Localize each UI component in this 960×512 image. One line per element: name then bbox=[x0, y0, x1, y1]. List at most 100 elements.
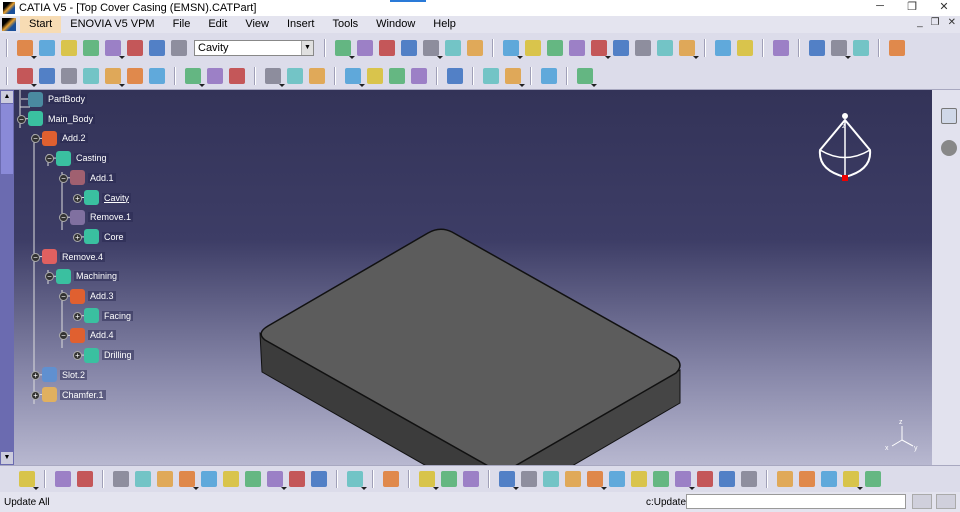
list-icon[interactable] bbox=[149, 39, 165, 56]
menu-insert[interactable]: Insert bbox=[278, 16, 324, 33]
save-icon[interactable] bbox=[157, 471, 173, 487]
analysis-icon[interactable] bbox=[821, 471, 837, 487]
toolbar-grip[interactable] bbox=[6, 66, 8, 85]
chevron-down-icon[interactable]: ▼ bbox=[301, 40, 313, 55]
iso-view-icon[interactable] bbox=[675, 471, 695, 490]
catia-logo[interactable] bbox=[865, 471, 881, 487]
layer-icon[interactable] bbox=[171, 39, 187, 56]
new-icon[interactable] bbox=[113, 471, 129, 487]
expand-toggle[interactable]: + bbox=[73, 311, 82, 321]
catalog-icon[interactable] bbox=[831, 39, 851, 59]
hierarchy-icon[interactable] bbox=[105, 67, 125, 87]
part-design-icon[interactable] bbox=[777, 471, 793, 487]
frame-icon[interactable] bbox=[591, 39, 611, 59]
close-button[interactable]: ✕ bbox=[928, 0, 960, 13]
switch-icon[interactable] bbox=[127, 39, 143, 56]
gear-hand-icon[interactable] bbox=[287, 67, 303, 84]
camera-icon[interactable] bbox=[383, 471, 399, 487]
measure-icon[interactable] bbox=[83, 39, 99, 56]
menu-window[interactable]: Window bbox=[367, 16, 424, 33]
lock-small-icon[interactable] bbox=[61, 67, 77, 84]
tree-node[interactable]: Add.1 bbox=[70, 170, 116, 186]
doc-restore-button[interactable]: ❐ bbox=[931, 17, 940, 28]
tree-node[interactable]: Machining bbox=[56, 268, 120, 284]
hide-show-icon[interactable] bbox=[719, 471, 735, 487]
grid-snap-icon[interactable] bbox=[853, 39, 869, 56]
current-body-select[interactable]: Cavity ▼ bbox=[194, 39, 314, 56]
rotate-icon[interactable] bbox=[565, 471, 581, 487]
menu-tools[interactable]: Tools bbox=[323, 16, 367, 33]
cylinder-icon[interactable] bbox=[569, 39, 585, 56]
plane-icon[interactable] bbox=[635, 39, 651, 56]
pill-icon[interactable] bbox=[389, 67, 405, 84]
swap-space-icon[interactable] bbox=[741, 471, 757, 487]
hex-icon[interactable] bbox=[447, 67, 463, 84]
zoom-out-icon[interactable] bbox=[609, 471, 625, 487]
tree-node[interactable]: Main_Body bbox=[28, 111, 96, 127]
layers-icon[interactable] bbox=[367, 67, 383, 84]
tree-node[interactable]: Facing bbox=[84, 308, 134, 324]
update-icon[interactable] bbox=[17, 39, 37, 59]
tools-icon[interactable] bbox=[77, 471, 93, 487]
menu-enovia[interactable]: ENOVIA V5 VPM bbox=[61, 16, 163, 33]
restore-button[interactable]: ❐ bbox=[896, 0, 928, 13]
mirror-icon[interactable] bbox=[483, 67, 499, 84]
plane-icon[interactable] bbox=[229, 67, 245, 84]
cut-icon[interactable] bbox=[679, 39, 699, 59]
tree-node[interactable]: Add.4 bbox=[70, 327, 116, 343]
shaft-icon[interactable] bbox=[379, 39, 395, 56]
equation-icon[interactable] bbox=[149, 67, 165, 84]
macro-icon[interactable] bbox=[347, 471, 367, 490]
sketch-icon[interactable] bbox=[503, 39, 523, 59]
comment-icon[interactable] bbox=[39, 67, 55, 84]
wing-icon[interactable] bbox=[613, 39, 629, 56]
compass[interactable]: z bbox=[818, 113, 872, 181]
tree-node[interactable]: Add.2 bbox=[42, 130, 88, 146]
fit-all-icon[interactable] bbox=[521, 471, 537, 487]
collapse-toggle[interactable]: − bbox=[59, 173, 68, 183]
sketcher-icon[interactable] bbox=[19, 471, 39, 490]
scroll-up-button[interactable]: ▲ bbox=[1, 91, 13, 103]
line-icon[interactable] bbox=[207, 67, 223, 84]
tree-scrollbar[interactable]: ▲ ▼ bbox=[0, 90, 14, 465]
tree-node[interactable]: Core bbox=[84, 229, 126, 245]
rib-icon[interactable] bbox=[401, 39, 417, 56]
material-icon[interactable] bbox=[577, 67, 597, 87]
open-icon[interactable] bbox=[135, 471, 151, 487]
normal-view-icon[interactable] bbox=[631, 471, 647, 487]
link-icon[interactable] bbox=[541, 67, 557, 84]
whats-this-icon[interactable] bbox=[311, 471, 327, 487]
print-icon[interactable] bbox=[179, 471, 199, 490]
tree-node[interactable]: Casting bbox=[56, 150, 109, 166]
undo-icon[interactable] bbox=[267, 471, 287, 490]
shading-icon[interactable] bbox=[697, 471, 713, 487]
tree-node[interactable]: Slot.2 bbox=[42, 367, 88, 383]
paste-icon[interactable] bbox=[245, 471, 261, 487]
tree-node[interactable]: Drilling bbox=[84, 347, 134, 363]
axis-icon[interactable] bbox=[61, 39, 77, 56]
compass-icon[interactable] bbox=[889, 39, 905, 56]
tree-node[interactable]: Cavity bbox=[84, 190, 132, 206]
fly-icon[interactable] bbox=[499, 471, 519, 490]
redo-icon[interactable] bbox=[289, 471, 305, 487]
tree-view-icon[interactable] bbox=[441, 471, 457, 487]
document-icon[interactable] bbox=[2, 18, 16, 31]
arrow-select-icon[interactable] bbox=[773, 39, 789, 56]
settings-gear-icon[interactable] bbox=[941, 140, 957, 156]
box-open-icon[interactable] bbox=[345, 67, 365, 87]
cylinder-view-icon[interactable] bbox=[463, 471, 479, 487]
minimize-button[interactable]: ─ bbox=[864, 0, 896, 13]
tree-node[interactable]: Add.3 bbox=[70, 288, 116, 304]
swap-icon[interactable] bbox=[419, 471, 439, 490]
copy-icon[interactable] bbox=[223, 471, 239, 487]
analysis-icon[interactable] bbox=[809, 39, 825, 56]
menu-file[interactable]: File bbox=[164, 16, 200, 33]
scroll-thumb[interactable] bbox=[1, 104, 13, 174]
gear-body-icon[interactable] bbox=[265, 67, 285, 87]
lock-icon[interactable] bbox=[127, 67, 143, 84]
copy-icon[interactable] bbox=[715, 39, 731, 56]
assemble-icon[interactable] bbox=[505, 67, 525, 87]
panel-icon[interactable] bbox=[411, 67, 427, 84]
table-icon[interactable] bbox=[83, 67, 99, 84]
tree-node[interactable]: Chamfer.1 bbox=[42, 387, 106, 403]
